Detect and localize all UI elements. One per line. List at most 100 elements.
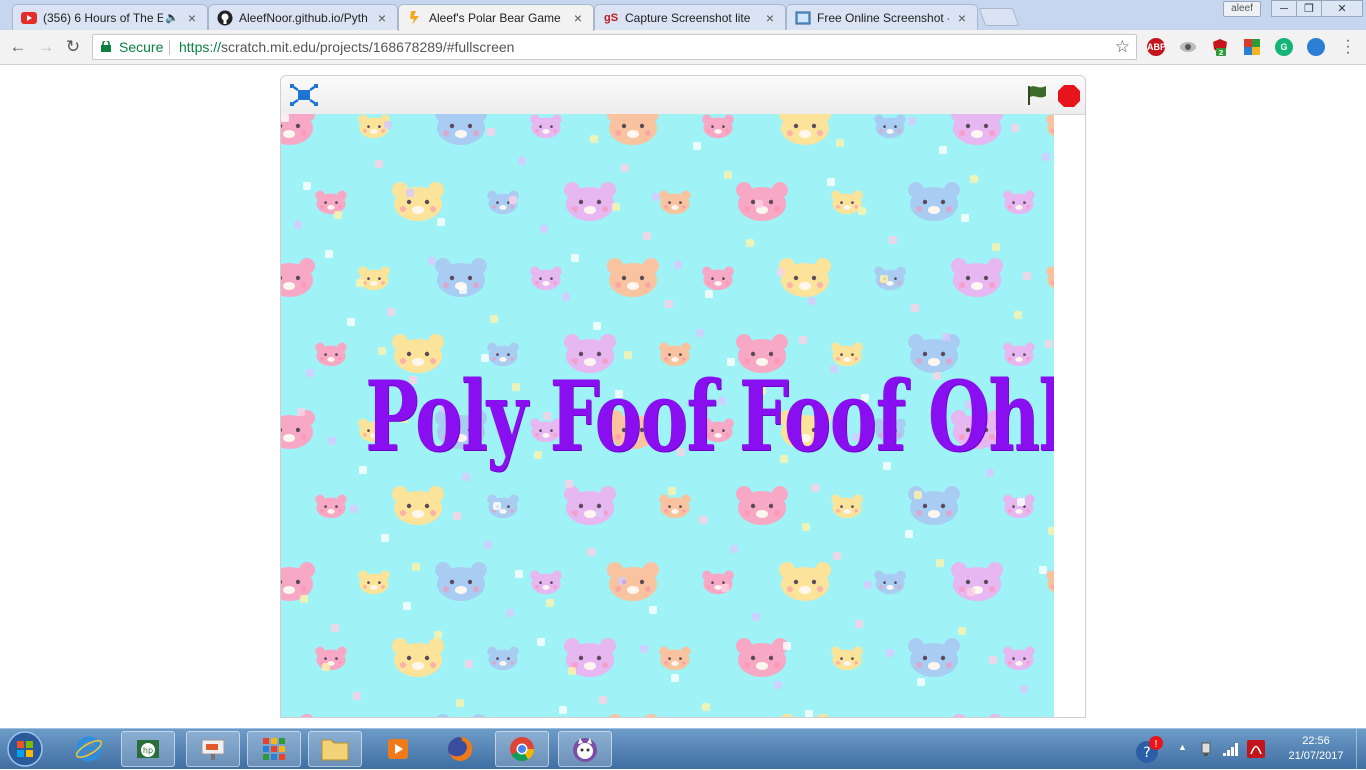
green-flag-icon[interactable] xyxy=(1025,84,1049,106)
wallpaper-bear-icon xyxy=(874,266,906,291)
wallpaper-bear-icon xyxy=(874,114,906,139)
wallpaper-bear-icon xyxy=(487,494,519,519)
tab-capture-screenshot[interactable]: gS Capture Screenshot lite × xyxy=(594,4,786,30)
globe-extension-icon[interactable] xyxy=(1307,38,1325,56)
tab-youtube[interactable]: (356) 6 Hours of The E 🔈 × xyxy=(12,4,208,30)
new-tab-button[interactable] xyxy=(978,8,1020,26)
bookmark-star-icon[interactable]: ☆ xyxy=(1115,35,1130,59)
system-clock[interactable]: 22:56 21/07/2017 xyxy=(1286,734,1346,764)
wallpaper-sparkle xyxy=(328,437,336,445)
puzzle-extension-icon[interactable] xyxy=(1243,38,1261,56)
clock-date: 21/07/2017 xyxy=(1288,750,1344,762)
tab-close-icon[interactable]: × xyxy=(955,10,969,26)
wallpaper-sparkle xyxy=(774,681,782,689)
project-stage[interactable]: Poly Foof Foof Ohh xyxy=(281,114,1054,717)
tab-close-icon[interactable]: × xyxy=(375,10,389,26)
wallpaper-sparkle xyxy=(599,696,607,704)
tab-github[interactable]: AleefNoor.github.io/Pyth × xyxy=(208,4,398,30)
wallpaper-sparkle xyxy=(381,534,389,542)
scratch-cat-icon[interactable] xyxy=(558,731,612,767)
wallpaper-sparkle xyxy=(384,121,392,129)
wallpaper-sparkle xyxy=(746,239,754,247)
wallpaper-sparkle xyxy=(958,627,966,635)
eye-extension-icon[interactable] xyxy=(1179,38,1197,56)
wallpaper-bear-icon xyxy=(281,562,315,601)
restore-button[interactable]: ❐ xyxy=(1296,0,1322,17)
tab-close-icon[interactable]: × xyxy=(571,10,585,26)
tiles-icon[interactable] xyxy=(247,731,301,767)
wallpaper-sparkle xyxy=(559,706,567,714)
wallpaper-sparkle xyxy=(914,491,922,499)
wallpaper-sparkle xyxy=(1039,566,1047,574)
wallpaper-bear-icon xyxy=(659,494,691,519)
grammarly-icon[interactable]: G xyxy=(1275,38,1293,56)
tray-expand-icon[interactable]: ▲ xyxy=(1178,742,1187,752)
show-desktop-button[interactable] xyxy=(1356,729,1366,769)
tab-strip: (356) 6 Hours of The E 🔈 × AleefNoor.git… xyxy=(0,0,1366,31)
ublock-icon[interactable]: 2 xyxy=(1211,38,1229,57)
wallpaper-sparkle xyxy=(696,329,704,337)
close-window-button[interactable]: ✕ xyxy=(1321,0,1363,17)
wallpaper-bear-icon xyxy=(779,258,831,297)
address-bar[interactable]: Secure https://scratch.mit.edu/projects/… xyxy=(92,34,1137,60)
wallpaper-sparkle xyxy=(674,261,682,269)
wallpaper-bear-icon xyxy=(659,646,691,671)
wallpaper-sparkle xyxy=(864,581,872,589)
wallpaper-sparkle xyxy=(811,484,819,492)
hp-icon[interactable]: hp xyxy=(121,731,175,767)
adblock-plus-icon[interactable]: ABP xyxy=(1147,38,1166,56)
speaker-icon[interactable]: 🔈 xyxy=(165,11,179,24)
wallpaper-sparkle xyxy=(908,117,916,125)
wallpaper-bear-icon xyxy=(607,562,659,601)
url-path: scratch.mit.edu/projects/168678289/#full… xyxy=(221,39,515,55)
wallpaper-bear-icon xyxy=(951,114,1003,145)
forward-button[interactable]: → xyxy=(36,37,56,57)
wallpaper-sparkle xyxy=(487,128,495,136)
tab-free-online-screenshot[interactable]: Free Online Screenshot - × xyxy=(786,4,978,30)
help-alert-icon[interactable]: ?! xyxy=(1134,735,1164,765)
firefox-icon[interactable] xyxy=(433,731,487,767)
wallpaper-sparkle xyxy=(621,164,629,172)
signal-strength-icon[interactable] xyxy=(1222,741,1240,757)
tab-close-icon[interactable]: × xyxy=(185,10,199,26)
wallpaper-sparkle xyxy=(671,674,679,682)
wallpaper-sparkle xyxy=(668,487,676,495)
lock-icon xyxy=(101,41,111,52)
wallpaper-bear-icon xyxy=(564,182,616,221)
wallpaper-sparkle xyxy=(356,279,364,287)
internet-explorer-icon[interactable] xyxy=(62,731,116,767)
profile-button[interactable]: aleef xyxy=(1223,1,1261,17)
file-explorer-icon[interactable] xyxy=(308,731,362,767)
chrome-icon[interactable] xyxy=(495,731,549,767)
wallpaper-sparkle xyxy=(836,139,844,147)
tab-title: Aleef's Polar Bear Game xyxy=(429,11,561,25)
back-button[interactable]: ← xyxy=(8,37,28,57)
minimize-button[interactable]: ─ xyxy=(1271,0,1297,17)
wallpaper-sparkle xyxy=(640,645,648,653)
reload-button[interactable]: ↻ xyxy=(63,37,83,57)
clock-time: 22:56 xyxy=(1302,735,1330,747)
network-adapter-icon[interactable] xyxy=(1198,741,1214,757)
wallpaper-sparkle xyxy=(905,530,913,538)
media-player-icon[interactable] xyxy=(371,731,425,767)
wallpaper-bear-icon xyxy=(358,266,390,291)
acrobat-tray-icon[interactable] xyxy=(1247,740,1265,758)
wallpaper-sparkle xyxy=(889,236,897,244)
wallpaper-sparkle xyxy=(855,620,863,628)
chrome-menu-icon[interactable]: · · · xyxy=(1342,33,1354,61)
tab-polar-bear-game[interactable]: Aleef's Polar Bear Game × xyxy=(398,4,594,31)
wallpaper-bear-icon xyxy=(702,570,734,595)
wallpaper-sparkle xyxy=(705,290,713,298)
wallpaper-sparkle xyxy=(506,609,514,617)
presentation-icon[interactable] xyxy=(186,731,240,767)
tab-close-icon[interactable]: × xyxy=(763,10,777,26)
wallpaper-bear-icon xyxy=(300,714,314,717)
wallpaper-bear-icon xyxy=(392,182,444,221)
wallpaper-sparkle xyxy=(702,703,710,711)
exit-fullscreen-icon[interactable] xyxy=(290,84,318,106)
wallpaper-bear-icon xyxy=(702,114,734,139)
windows-start-button[interactable] xyxy=(3,730,47,768)
player-controls-bar xyxy=(281,76,1085,115)
stop-sign-icon[interactable] xyxy=(1057,84,1081,108)
scratch-icon xyxy=(407,10,423,26)
